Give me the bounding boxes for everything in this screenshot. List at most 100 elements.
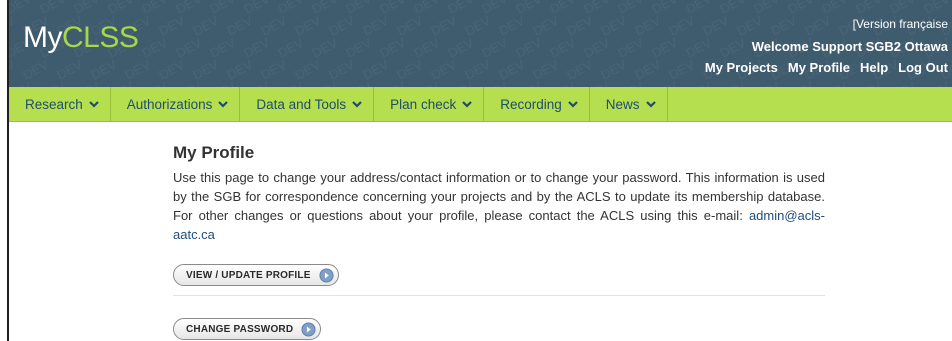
- watermark-text: DEV: [326, 13, 357, 39]
- watermark-text: DEV: [224, 13, 255, 39]
- watermark-text: DEV: [700, 13, 731, 39]
- main-nav: Research Authorizations Data and Tools P…: [9, 87, 952, 122]
- nav-label: News: [605, 96, 640, 112]
- site-logo[interactable]: MyCLSS: [23, 21, 139, 54]
- nav-label: Data and Tools: [256, 96, 347, 112]
- watermark-text: DEV: [190, 13, 221, 39]
- watermark-text: DEV: [717, 35, 748, 61]
- watermark-text: DEV: [428, 57, 459, 83]
- watermark-text: DEV: [360, 13, 391, 39]
- watermark-text: DEV: [190, 57, 221, 83]
- chevron-down-icon: [645, 101, 656, 108]
- my-projects-link[interactable]: My Projects: [705, 60, 778, 75]
- top-links: My Projects My Profile Help Log Out: [705, 60, 948, 75]
- profile-content: My Profile Use this page to change your …: [173, 143, 825, 340]
- watermark-text: DEV: [445, 35, 476, 61]
- watermark-text: DEV: [496, 13, 527, 39]
- watermark-text: DEV: [768, 13, 799, 39]
- watermark-text: DEV: [496, 57, 527, 83]
- watermark-text: DEV: [598, 13, 629, 39]
- view-update-profile-button[interactable]: VIEW / UPDATE PROFILE: [173, 264, 339, 286]
- nav-data-and-tools[interactable]: Data and Tools: [240, 87, 375, 121]
- watermark-text: DEV: [394, 57, 425, 83]
- change-password-button[interactable]: CHANGE PASSWORD: [173, 318, 322, 340]
- watermark-text: DEV: [802, 13, 833, 39]
- watermark-text: DEV: [9, 13, 17, 39]
- help-link[interactable]: Help: [860, 60, 888, 75]
- watermark-text: DEV: [666, 57, 697, 83]
- my-profile-link[interactable]: My Profile: [788, 60, 850, 75]
- watermark-text: DEV: [241, 35, 272, 61]
- watermark-text: DEV: [462, 57, 493, 83]
- intro-text: Use this page to change your address/con…: [173, 170, 825, 223]
- nav-news[interactable]: News: [590, 87, 668, 121]
- watermark-text: DEV: [479, 35, 510, 61]
- watermark-text: DEV: [428, 13, 459, 39]
- page-title: My Profile: [173, 143, 255, 162]
- watermark-text: DEV: [683, 35, 714, 61]
- watermark-text: DEV: [360, 57, 391, 83]
- watermark-text: DEV: [734, 13, 765, 39]
- watermark-text: DEV: [547, 35, 578, 61]
- nav-label: Recording: [500, 96, 562, 112]
- watermark-text: DEV: [377, 35, 408, 61]
- watermark-text: DEV: [564, 13, 595, 39]
- watermark-text: DEV: [411, 35, 442, 61]
- chevron-down-icon: [218, 101, 229, 108]
- arrow-right-circle-icon: [319, 267, 334, 283]
- watermark-text: DEV: [173, 35, 204, 61]
- watermark-text: DEV: [139, 35, 170, 61]
- nav-authorizations[interactable]: Authorizations: [111, 87, 241, 121]
- intro-paragraph: Use this page to change your address/con…: [173, 168, 825, 244]
- watermark-text: DEV: [88, 57, 119, 83]
- button-label: CHANGE PASSWORD: [186, 323, 294, 335]
- watermark-text: DEV: [207, 35, 238, 61]
- watermark-text: DEV: [275, 35, 306, 61]
- chevron-down-icon: [567, 101, 578, 108]
- watermark-text: DEV: [649, 35, 680, 61]
- watermark-text: DEV: [292, 13, 323, 39]
- nav-label: Research: [25, 96, 83, 112]
- watermark-text: DEV: [343, 35, 374, 61]
- watermark-text: DEV: [258, 13, 289, 39]
- watermark-text: DEV: [632, 57, 663, 83]
- nav-plan-check[interactable]: Plan check: [374, 87, 485, 121]
- watermark-text: DEV: [9, 0, 34, 17]
- button-label: VIEW / UPDATE PROFILE: [186, 269, 311, 281]
- watermark-text: DEV: [156, 57, 187, 83]
- watermark-text: DEV: [530, 57, 561, 83]
- arrow-right-circle-icon: [301, 321, 316, 337]
- watermark-text: DEV: [530, 13, 561, 39]
- watermark-text: DEV: [394, 13, 425, 39]
- watermark-text: DEV: [20, 57, 51, 83]
- nav-recording[interactable]: Recording: [484, 87, 590, 121]
- chevron-down-icon: [352, 101, 362, 108]
- section-divider: [173, 295, 825, 296]
- log-out-link[interactable]: Log Out: [898, 60, 948, 75]
- chevron-down-icon: [462, 101, 472, 108]
- watermark-text: DEV: [309, 35, 340, 61]
- watermark-text: DEV: [54, 57, 85, 83]
- french-version-link[interactable]: [Version française: [853, 17, 948, 31]
- watermark-text: DEV: [615, 35, 646, 61]
- watermark-text: DEV: [581, 35, 612, 61]
- watermark-text: DEV: [462, 13, 493, 39]
- logo-clss: CLSS: [62, 21, 139, 54]
- nav-label: Plan check: [390, 96, 457, 112]
- watermark-text: DEV: [258, 57, 289, 83]
- watermark-text: DEV: [122, 57, 153, 83]
- watermark-text: DEV: [598, 57, 629, 83]
- nav-label: Authorizations: [126, 96, 213, 112]
- site-header: DEV DEV DEV DEV DEV DEV DEV DEV DEV DEV DEV DEV DEV D…: [9, 0, 952, 87]
- watermark-text: DEV: [156, 13, 187, 39]
- chevron-down-icon: [89, 101, 99, 108]
- watermark-text: DEV: [9, 57, 17, 83]
- watermark-text: DEV: [326, 57, 357, 83]
- nav-research[interactable]: Research: [9, 87, 111, 121]
- watermark-text: DEV: [564, 57, 595, 83]
- watermark-text: DEV: [513, 35, 544, 61]
- logo-my: My: [23, 21, 63, 54]
- watermark-text: DEV: [292, 57, 323, 83]
- welcome-message: Welcome Support SGB2 Ottawa: [751, 39, 948, 54]
- watermark-text: DEV: [666, 13, 697, 39]
